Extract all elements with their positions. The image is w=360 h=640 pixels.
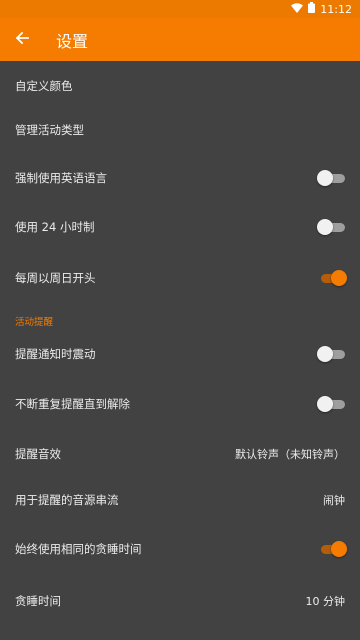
wifi-icon [291,2,304,16]
app-toolbar: 设置 [0,18,360,61]
back-button[interactable] [2,18,42,61]
status-time: 11:12 [320,2,352,16]
setting-use-24h[interactable]: 使用 24 小时制 [0,204,360,250]
setting-manage-activity-types[interactable]: 管理活动类型 [0,108,360,152]
setting-label: 贪睡时间 [15,594,61,608]
setting-vibrate[interactable]: 提醒通知时震动 [0,331,360,377]
setting-label: 使用 24 小时制 [15,220,95,234]
same-snooze-switch[interactable] [319,541,347,557]
setting-value: 10 分钟 [305,595,346,608]
setting-same-snooze[interactable]: 始终使用相同的贪睡时间 [0,526,360,572]
repeat-until-dismissed-switch[interactable] [317,396,345,412]
use-24h-switch[interactable] [317,219,345,235]
setting-label: 不断重复提醒直到解除 [15,397,130,411]
setting-value: 闹钟 [323,494,345,507]
battery-icon [308,2,316,16]
setting-custom-colors[interactable]: 自定义颜色 [0,64,360,108]
setting-audio-stream[interactable]: 用于提醒的音源串流 闹钟 [0,477,360,523]
section-header-reminders: 活动提醒 [15,317,54,328]
setting-week-starts-sunday[interactable]: 每周以周日开头 [0,255,360,301]
setting-snooze-time[interactable]: 贪睡时间 10 分钟 [0,578,360,624]
week-starts-sunday-switch[interactable] [319,270,347,286]
setting-value: 默认铃声（未知铃声） [235,448,345,461]
setting-label: 管理活动类型 [15,123,84,137]
status-bar: 11:12 [0,0,360,18]
setting-label: 每周以周日开头 [15,271,96,285]
force-english-switch[interactable] [317,170,345,186]
setting-label: 自定义颜色 [15,79,73,93]
vibrate-switch[interactable] [317,346,345,362]
setting-label: 提醒通知时震动 [15,347,96,361]
setting-label: 提醒音效 [15,447,61,461]
setting-label: 用于提醒的音源串流 [15,493,119,507]
setting-force-english[interactable]: 强制使用英语语言 [0,155,360,201]
setting-reminder-sound[interactable]: 提醒音效 默认铃声（未知铃声） [0,431,360,477]
setting-label: 强制使用英语语言 [15,171,107,185]
setting-repeat-until-dismissed[interactable]: 不断重复提醒直到解除 [0,381,360,427]
page-title: 设置 [56,31,89,51]
arrow-left-icon [15,30,29,49]
setting-label: 始终使用相同的贪睡时间 [15,542,142,556]
